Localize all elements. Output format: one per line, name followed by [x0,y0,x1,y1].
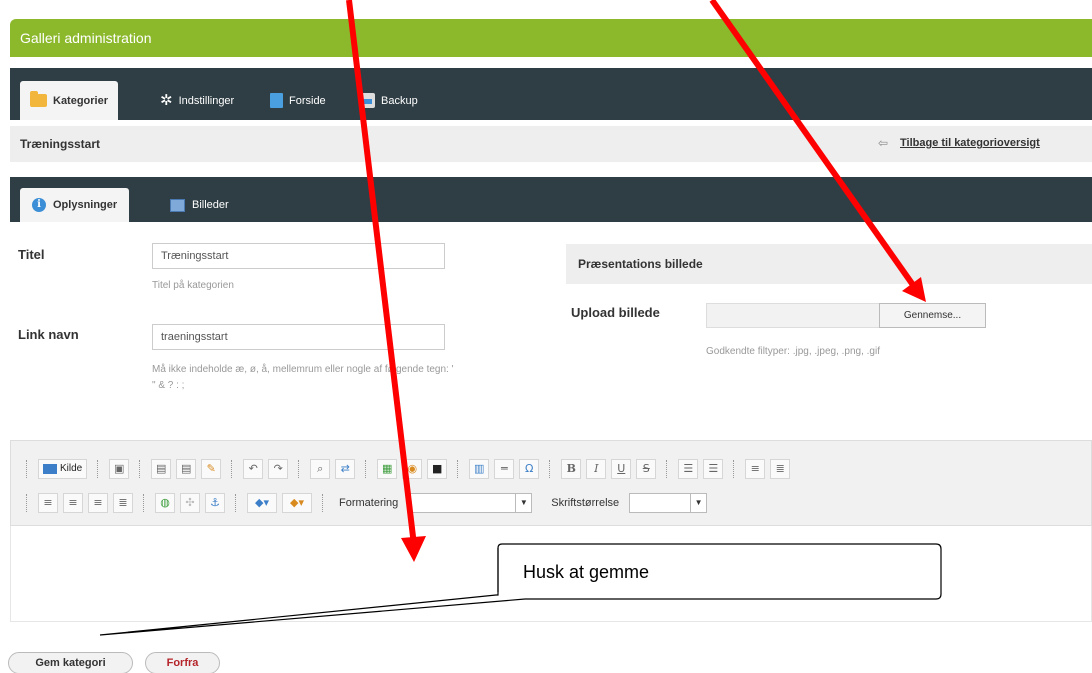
callout-text: Husk at gemme [523,562,650,582]
red-arrow-1 [346,0,426,562]
red-arrow-2 [709,0,926,302]
callout-bubble [99,543,942,636]
